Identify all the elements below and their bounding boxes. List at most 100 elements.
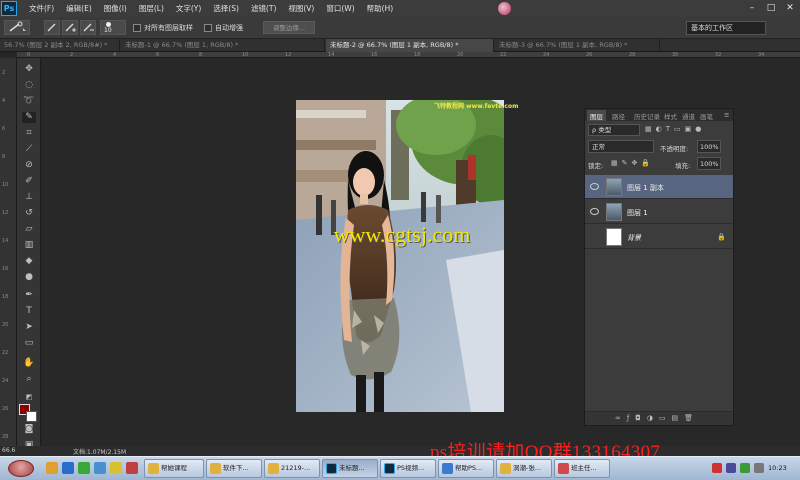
quick-selection-tool-icon[interactable]: ✎ — [22, 112, 36, 123]
tab-styles[interactable]: 样式 — [661, 110, 680, 121]
maximize-button[interactable]: □ — [764, 3, 778, 14]
blend-mode-select[interactable]: 正常 — [588, 140, 654, 153]
layer-row[interactable]: 图层 1 — [585, 200, 733, 224]
photoshop-icon — [326, 463, 337, 474]
user-avatar[interactable] — [498, 2, 511, 15]
history-brush-icon[interactable]: ↺ — [22, 208, 36, 219]
layer-row[interactable]: 图层 1 副本 — [585, 175, 733, 199]
start-button[interactable] — [8, 460, 34, 477]
document-size-info[interactable]: 文档:1.07M/2.15M — [73, 447, 126, 456]
explorer-quick-icon[interactable] — [46, 462, 58, 474]
tool-preset-picker[interactable] — [4, 20, 30, 35]
menu-file[interactable]: 文件(F) — [29, 3, 54, 14]
taskbar-button[interactable]: 软件下... — [206, 459, 262, 478]
photoshop-logo[interactable]: Ps — [1, 1, 17, 16]
subtract-selection-icon[interactable] — [80, 20, 96, 35]
tab-brushes[interactable]: 画笔 — [697, 110, 716, 121]
lock-label: 锁定: — [588, 162, 604, 170]
sample-all-layers-checkbox[interactable] — [133, 24, 141, 32]
lock-icons[interactable]: ▦✎✥🔒 — [611, 159, 667, 169]
brush-size-picker[interactable]: 10 — [100, 20, 126, 35]
menu-edit[interactable]: 编辑(E) — [66, 3, 92, 14]
menu-window[interactable]: 窗口(W) — [326, 3, 354, 14]
app-icon — [442, 463, 453, 474]
refine-edge-button[interactable]: 调整边缘... — [263, 21, 315, 34]
tab-layers[interactable]: 图层 — [587, 110, 606, 121]
zoom-level[interactable]: 66.6 — [2, 447, 15, 454]
layer-actions-icons[interactable]: ∞ƒ◘◑▭▤🗑 — [615, 414, 699, 422]
eyedropper-tool-icon[interactable]: ⟋ — [22, 144, 36, 155]
menu-layer[interactable]: 图层(L) — [139, 3, 164, 14]
visibility-eye-icon[interactable] — [590, 183, 599, 190]
healing-brush-icon[interactable]: ⊘ — [22, 160, 36, 171]
add-selection-icon[interactable] — [62, 20, 78, 35]
visibility-eye-icon[interactable] — [590, 233, 599, 240]
zoom-tool-icon[interactable]: ⌕ — [22, 374, 36, 385]
shape-tool-icon[interactable]: ▭ — [22, 338, 36, 349]
fill-field[interactable]: 100% — [697, 157, 721, 170]
layer-filter-select[interactable]: ρ 类型 — [588, 124, 640, 136]
taskbar-button[interactable]: 帮助PS... — [438, 459, 494, 478]
panel-menu-icon[interactable]: ≡ — [721, 110, 732, 121]
taskbar-button[interactable]: 班主任... — [554, 459, 610, 478]
ruler-tick-label: 8 — [2, 154, 6, 160]
background-color-swatch[interactable] — [26, 411, 37, 422]
menu-image[interactable]: 图像(I) — [104, 3, 127, 14]
app-quick-icon[interactable] — [110, 462, 122, 474]
gradient-tool-icon[interactable]: ▥ — [22, 240, 36, 251]
eraser-tool-icon[interactable]: ▱ — [22, 224, 36, 235]
close-button[interactable]: ✕ — [783, 3, 797, 14]
ruler-tick-label: 4 — [2, 98, 6, 104]
tab-document-3[interactable]: 未标题-2 @ 66.7% (图层 1 副本, RGB/8) * — [326, 39, 494, 52]
menu-select[interactable]: 选择(S) — [213, 3, 239, 14]
tray-network-icon[interactable] — [740, 463, 750, 473]
taskbar-button[interactable]: 洞潮-张... — [496, 459, 552, 478]
taskbar-button[interactable]: 21219-... — [264, 459, 320, 478]
layer-name: 图层 1 副本 — [627, 184, 664, 192]
tab-paths[interactable]: 路径 — [609, 110, 628, 121]
blur-tool-icon[interactable]: ◆ — [22, 256, 36, 267]
tab-document-2[interactable]: 未标题-1 @ 66.7% (图层 1, RGB/8) * — [121, 39, 325, 52]
path-selection-icon[interactable]: ➤ — [22, 322, 36, 333]
menu-filter[interactable]: 滤镜(T) — [251, 3, 276, 14]
system-clock[interactable]: 10:23 — [768, 464, 787, 472]
tab-document-1[interactable]: 56.7% (图层 2 副本 2, RGB/8#) * — [0, 39, 120, 52]
document-canvas-image[interactable] — [296, 100, 504, 412]
hand-tool-icon[interactable]: ✋ — [22, 358, 36, 369]
tab-history[interactable]: 历史记录 — [631, 110, 663, 121]
tab-document-4[interactable]: 未标题-3 @ 66.7% (图层 1 副本, RGB/8) * — [495, 39, 660, 52]
stamp-tool-icon[interactable]: ⊥ — [22, 192, 36, 203]
taskbar-button[interactable]: 未标题... — [322, 459, 378, 478]
default-colors-icon[interactable]: ◩ — [22, 392, 36, 403]
workspace-select[interactable]: 基本的工作区 — [686, 21, 766, 35]
tab-channels[interactable]: 通道 — [679, 110, 698, 121]
layer-filter-icons[interactable]: ▦◐T▭▣● — [645, 125, 729, 135]
menu-type[interactable]: 文字(Y) — [176, 3, 201, 14]
opacity-field[interactable]: 100% — [697, 140, 721, 153]
taskbar-button[interactable]: PS视频... — [380, 459, 436, 478]
dodge-tool-icon[interactable]: ● — [22, 272, 36, 283]
move-tool-icon[interactable]: ✥ — [22, 64, 36, 75]
lasso-tool-icon[interactable]: ➰ — [22, 96, 36, 107]
app-quick-icon[interactable] — [94, 462, 106, 474]
quick-mask-icon[interactable]: ◙ — [22, 424, 36, 435]
layer-row[interactable]: 背景 🔒 — [585, 225, 733, 249]
tray-volume-icon[interactable] — [754, 463, 764, 473]
menu-view[interactable]: 视图(V) — [288, 3, 314, 14]
minimize-button[interactable]: – — [745, 3, 759, 14]
pen-tool-icon[interactable]: ✒ — [22, 290, 36, 301]
marquee-tool-icon[interactable]: ◌ — [22, 80, 36, 91]
ie-quick-icon[interactable] — [62, 462, 74, 474]
visibility-eye-icon[interactable] — [590, 208, 599, 215]
taskbar-button[interactable]: 帮她课程 — [144, 459, 204, 478]
auto-enhance-checkbox[interactable] — [204, 24, 212, 32]
brush-tool-icon[interactable]: ✐ — [22, 176, 36, 187]
app-quick-icon[interactable] — [126, 462, 138, 474]
type-tool-icon[interactable]: T — [22, 306, 36, 317]
tray-language-icon[interactable] — [712, 463, 722, 473]
tray-app-icon[interactable] — [726, 463, 736, 473]
crop-tool-icon[interactable]: ⌗ — [22, 128, 36, 139]
new-selection-icon[interactable] — [44, 20, 60, 35]
menu-help[interactable]: 帮助(H) — [367, 3, 394, 14]
chrome-quick-icon[interactable] — [78, 462, 90, 474]
